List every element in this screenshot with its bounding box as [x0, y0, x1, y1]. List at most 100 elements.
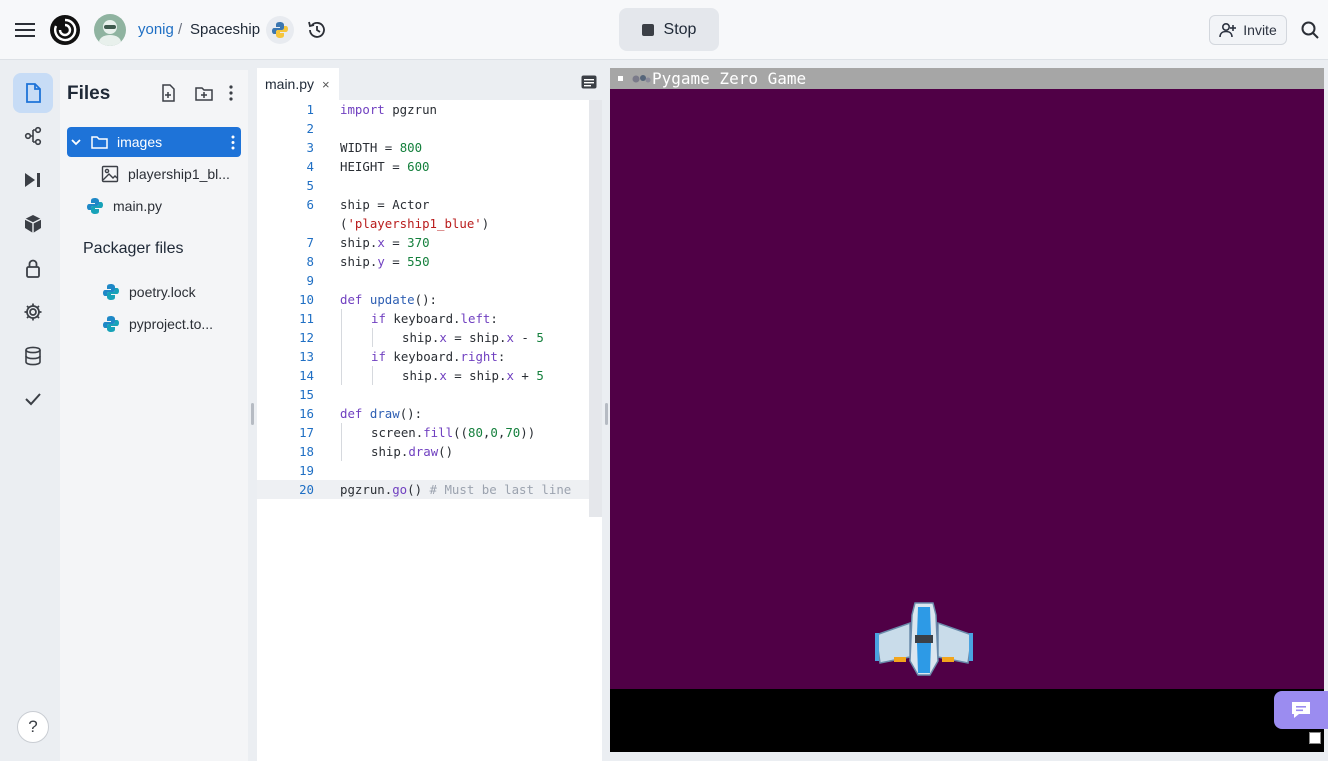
line-number: 15	[299, 387, 314, 402]
code-line: 9	[257, 271, 602, 290]
line-number: 12	[299, 330, 314, 345]
invite-button[interactable]: Invite	[1209, 15, 1287, 45]
tree-file-main-py[interactable]: main.py	[85, 191, 235, 221]
game-window-titlebar: Pygame Zero Game	[610, 68, 1324, 89]
close-icon[interactable]: ×	[322, 77, 330, 92]
help-button[interactable]: ?	[17, 711, 49, 743]
code-line: 15	[257, 385, 602, 404]
avatar[interactable]	[94, 14, 126, 46]
spaceship-sprite	[875, 602, 973, 676]
tree-file-poetry-lock[interactable]: poetry.lock	[101, 277, 241, 307]
hamburger-icon[interactable]	[10, 15, 40, 45]
files-title: Files	[67, 83, 111, 104]
code-text: ship.y = 550	[340, 254, 430, 269]
code-line: 12 ship.x = ship.x - 5	[257, 328, 602, 347]
tree-item-label: poetry.lock	[129, 284, 196, 300]
code-line: 8 ship.y = 550	[257, 252, 602, 271]
code-line: 11 if keyboard.left:	[257, 309, 602, 328]
tree-item-label: main.py	[113, 198, 163, 214]
search-icon[interactable]	[1296, 16, 1324, 44]
secrets-icon[interactable]	[13, 248, 53, 288]
code-text: HEIGHT = 600	[340, 159, 430, 174]
tests-icon[interactable]	[13, 379, 53, 419]
python-icon	[85, 196, 105, 216]
tree-folder-images[interactable]: images	[67, 127, 241, 157]
run-icon[interactable]	[13, 160, 53, 200]
panel-resize-handle[interactable]	[251, 403, 254, 425]
tree-item-label: pyproject.to...	[129, 316, 214, 332]
editor-menu-icon[interactable]	[581, 75, 599, 93]
code-line: 10 def update():	[257, 290, 602, 309]
settings-icon[interactable]	[13, 292, 53, 332]
code-text: ship.x = 370	[340, 235, 430, 250]
top-bar: yonig / Spaceship Stop Invite	[0, 0, 1328, 60]
line-number: 19	[299, 463, 314, 478]
resize-corner-box[interactable]	[1309, 732, 1321, 744]
code-text: pgzrun.go() # Must be last line	[340, 482, 572, 497]
code-line: 14 ship.x = ship.x + 5	[257, 366, 602, 385]
chat-button[interactable]	[1274, 691, 1328, 729]
line-number: 20	[299, 482, 314, 497]
code-line: 2	[257, 119, 602, 138]
line-number: 3	[306, 140, 314, 155]
packager-files-title: Packager files	[83, 240, 184, 257]
code-text: ('playership1_blue')	[340, 216, 490, 231]
line-number: 9	[306, 273, 314, 288]
database-icon[interactable]	[13, 336, 53, 376]
game-canvas[interactable]	[610, 89, 1324, 689]
files-menu-icon[interactable]	[220, 82, 242, 104]
code-text: if keyboard.left:	[371, 311, 498, 326]
line-number: 16	[299, 406, 314, 421]
replit-logo[interactable]	[48, 13, 82, 47]
help-label: ?	[28, 717, 38, 736]
stop-button[interactable]: Stop	[619, 8, 719, 51]
code-text: ship.x = ship.x - 5	[402, 330, 544, 345]
code-area[interactable]: 1 import pgzrun 2 3 WIDTH = 800 4 HEIGHT = …	[257, 100, 602, 499]
code-line: 4 HEIGHT = 600	[257, 157, 602, 176]
python-icon	[101, 282, 121, 302]
files-icon[interactable]	[13, 73, 53, 113]
code-text: ship.x = ship.x + 5	[402, 368, 544, 383]
breadcrumb-separator: /	[178, 21, 183, 38]
line-number: 6	[306, 197, 314, 212]
window-menu-icon[interactable]	[618, 76, 623, 81]
line-number: 18	[299, 444, 314, 459]
code-text: ship = Actor	[340, 197, 430, 212]
folder-icon	[89, 132, 109, 152]
new-file-icon[interactable]	[158, 82, 180, 104]
code-line: 13 if keyboard.right:	[257, 347, 602, 366]
code-text: if keyboard.right:	[371, 349, 506, 364]
line-number: 13	[299, 349, 314, 364]
chat-icon	[1292, 702, 1310, 718]
line-number: 14	[299, 368, 314, 383]
code-line: 16 def draw():	[257, 404, 602, 423]
new-folder-icon[interactable]	[193, 82, 215, 104]
editor-tab-bar: main.py ×	[257, 68, 602, 100]
git-icon[interactable]	[13, 116, 53, 156]
code-line: 18 ship.draw()	[257, 442, 602, 461]
tab-main-py[interactable]: main.py ×	[257, 68, 339, 100]
code-line-current: 20 pgzrun.go() # Must be last line	[257, 480, 602, 499]
code-text: ship.draw()	[371, 444, 454, 459]
python-icon[interactable]	[266, 16, 294, 44]
tree-item-menu-icon[interactable]	[231, 135, 235, 153]
breadcrumb-username[interactable]: yonig	[138, 21, 174, 38]
editor-scrollbar[interactable]	[589, 100, 602, 517]
code-line: 1 import pgzrun	[257, 100, 602, 119]
breadcrumb-repl-name[interactable]: Spaceship	[190, 21, 260, 38]
line-number: 10	[299, 292, 314, 307]
code-line: 3 WIDTH = 800	[257, 138, 602, 157]
tree-file-pyproject[interactable]: pyproject.to...	[101, 309, 241, 339]
panel-resize-handle[interactable]	[605, 403, 608, 425]
history-icon[interactable]	[303, 16, 331, 44]
code-text: def draw():	[340, 406, 423, 421]
game-window-icon	[632, 74, 651, 82]
tree-file-playership[interactable]: playership1_bl...	[100, 159, 240, 189]
code-line: ('playership1_blue')	[257, 214, 602, 233]
game-window-title: Pygame Zero Game	[652, 69, 807, 88]
code-editor: main.py × 1 import pgzrun 2 3 WIDTH = 800 …	[257, 68, 602, 761]
tree-item-label: images	[117, 134, 163, 150]
code-line: 7 ship.x = 370	[257, 233, 602, 252]
packages-icon[interactable]	[13, 204, 53, 244]
line-number: 5	[306, 178, 314, 193]
